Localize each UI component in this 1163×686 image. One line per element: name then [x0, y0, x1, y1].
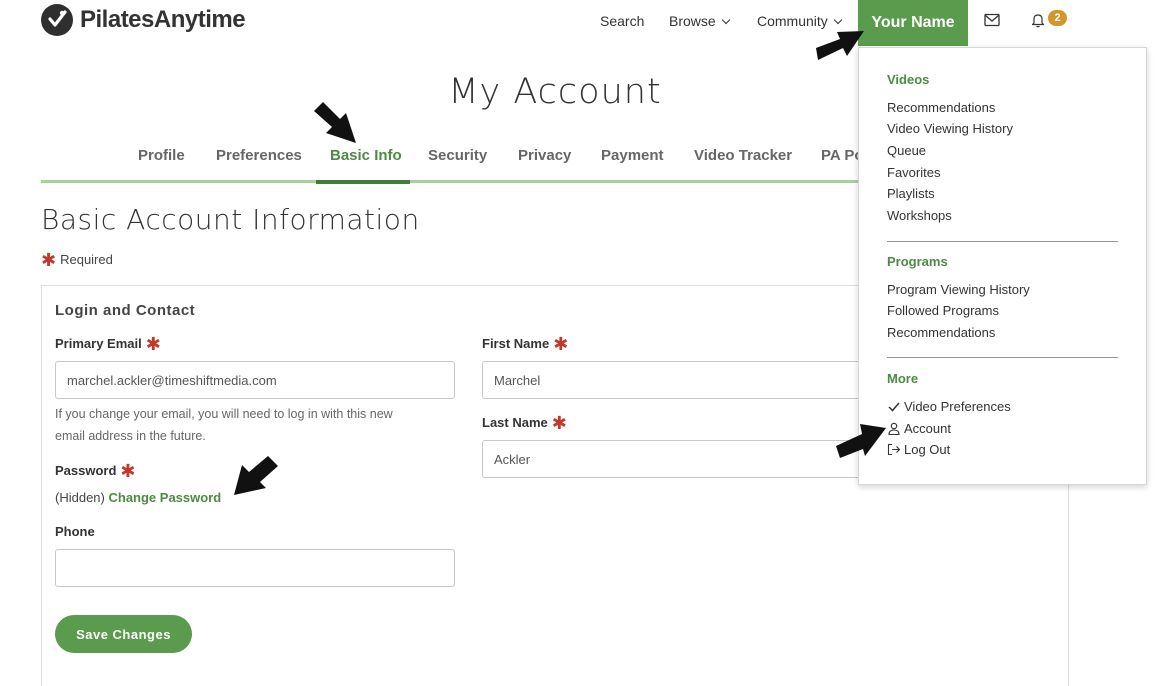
bell-icon[interactable]: [1030, 12, 1046, 28]
first-name-field[interactable]: Marchel: [482, 361, 902, 399]
tab-security[interactable]: Security: [428, 147, 487, 164]
required-note-text: Required: [60, 252, 113, 267]
nav-browse-link[interactable]: Browse: [669, 13, 730, 29]
menu-item-log-out[interactable]: Log Out: [887, 442, 950, 457]
nav-search-link[interactable]: Search: [600, 13, 644, 29]
menu-item-queue[interactable]: Queue: [887, 143, 926, 158]
menu-item-playlists[interactable]: Playlists: [887, 186, 935, 201]
section-title: Basic Account Information: [41, 203, 420, 236]
user-dropdown-menu: Videos Recommendations Video Viewing His…: [858, 47, 1147, 485]
password-hidden-text: (Hidden): [55, 490, 105, 505]
phone-label: Phone: [55, 524, 95, 539]
email-label: Primary Email ✱: [55, 333, 161, 354]
required-asterisk-icon: ✱: [120, 460, 136, 481]
tab-video-tracker[interactable]: Video Tracker: [694, 147, 792, 164]
menu-item-program-recommendations[interactable]: Recommendations: [887, 325, 995, 340]
menu-item-log-out-label: Log Out: [904, 442, 951, 457]
menu-item-workshops[interactable]: Workshops: [887, 208, 952, 223]
password-label: Password ✱: [55, 460, 136, 481]
phone-field[interactable]: [55, 549, 455, 587]
nav-community-link[interactable]: Community: [757, 13, 843, 29]
menu-programs-heading: Programs: [887, 254, 948, 269]
nav-community-label: Community: [757, 13, 828, 29]
menu-divider: [887, 357, 1118, 358]
menu-item-video-preferences-label: Video Preferences: [904, 399, 1011, 414]
menu-item-program-viewing-history[interactable]: Program Viewing History: [887, 282, 1030, 297]
menu-videos-heading: Videos: [887, 72, 930, 87]
user-icon: [888, 422, 900, 435]
tab-profile[interactable]: Profile: [138, 147, 185, 164]
email-field[interactable]: marchel.ackler@timeshiftmedia.com: [55, 361, 455, 399]
email-help-text: If you change your email, you will need …: [55, 403, 393, 447]
menu-item-account-label: Account: [904, 421, 951, 436]
required-asterisk-icon: ✱: [551, 412, 567, 433]
nav-browse-label: Browse: [669, 13, 716, 29]
phone-label-text: Phone: [55, 524, 95, 539]
first-name-label-text: First Name: [482, 336, 550, 351]
mail-icon[interactable]: [984, 13, 1000, 27]
required-asterisk-icon: ✱: [553, 333, 569, 354]
tab-payment[interactable]: Payment: [601, 147, 664, 164]
required-asterisk-icon: ✱: [145, 333, 161, 354]
account-tabs: Profile Preferences Basic Info Security …: [41, 140, 871, 183]
checkmark-icon: [888, 402, 900, 412]
email-label-text: Primary Email: [55, 336, 142, 351]
menu-divider: [887, 241, 1118, 242]
required-asterisk-icon: ✱: [41, 249, 57, 270]
user-menu-button[interactable]: Your Name: [858, 0, 968, 46]
notification-count-badge: 2: [1048, 10, 1067, 26]
chevron-down-icon: [833, 15, 843, 25]
email-help-line-1: If you change your email, you will need …: [55, 407, 393, 421]
change-password-link[interactable]: Change Password: [108, 490, 221, 505]
menu-item-favorites[interactable]: Favorites: [887, 165, 940, 180]
logout-icon: [887, 443, 901, 456]
chevron-down-icon: [721, 15, 730, 25]
password-status: (Hidden) Change Password: [55, 490, 221, 505]
card-title: Login and Contact: [55, 302, 196, 319]
active-tab-indicator: [316, 180, 410, 184]
tabs-underline: [41, 180, 871, 183]
email-help-line-2: email address in the future.: [55, 429, 206, 443]
menu-item-video-viewing-history[interactable]: Video Viewing History: [887, 121, 1013, 136]
tab-privacy[interactable]: Privacy: [518, 147, 571, 164]
tab-basic-info[interactable]: Basic Info: [330, 147, 402, 164]
last-name-label: Last Name ✱: [482, 412, 567, 433]
last-name-field[interactable]: Ackler: [482, 440, 902, 478]
menu-item-followed-programs[interactable]: Followed Programs: [887, 303, 999, 318]
last-name-label-text: Last Name: [482, 415, 548, 430]
first-name-label: First Name ✱: [482, 333, 569, 354]
required-note: ✱ Required: [41, 249, 113, 270]
password-label-text: Password: [55, 463, 117, 478]
menu-item-recommendations[interactable]: Recommendations: [887, 100, 995, 115]
menu-item-account[interactable]: Account: [887, 421, 951, 436]
menu-item-video-preferences[interactable]: Video Preferences: [887, 399, 1011, 414]
save-changes-button[interactable]: Save Changes: [55, 615, 192, 653]
menu-more-heading: More: [887, 371, 919, 386]
tab-preferences[interactable]: Preferences: [216, 147, 302, 164]
